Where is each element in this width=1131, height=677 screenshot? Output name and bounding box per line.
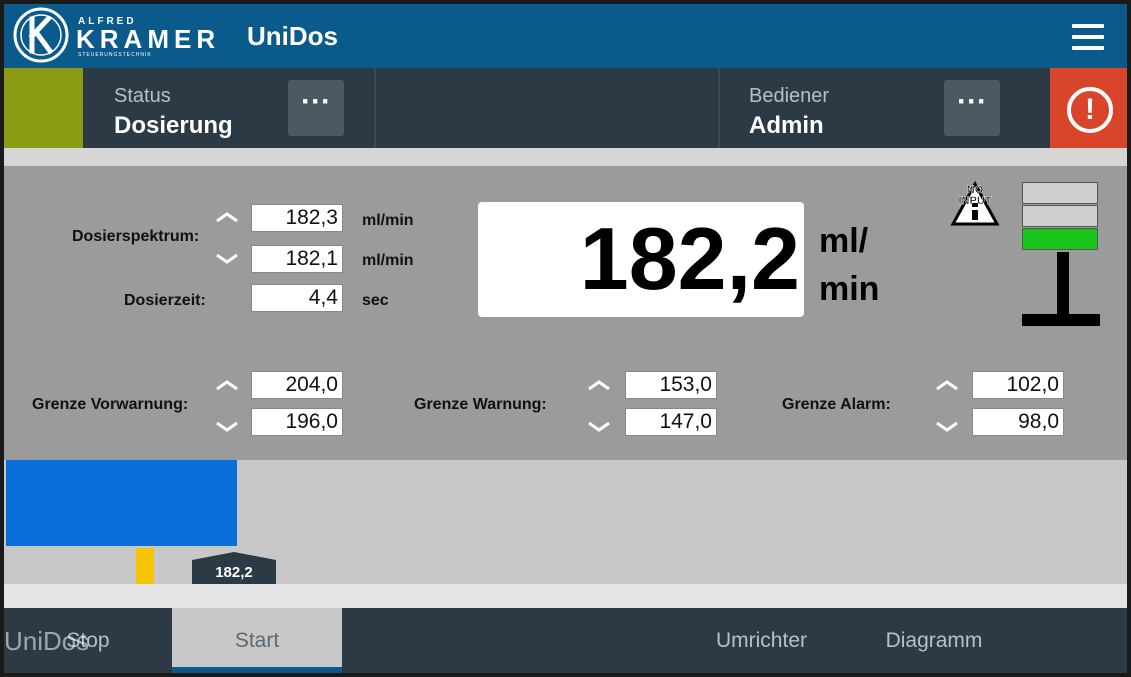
user-label: Bediener (749, 85, 830, 107)
time-label: Dosierzeit: (124, 292, 206, 309)
bottom-strip (4, 584, 1127, 608)
brand-logo: ALFRED KRAMER STEUERUNGSTECHNIK (12, 6, 215, 66)
watermark-text: UniDos (4, 626, 90, 656)
user-value: Admin (749, 112, 824, 139)
level-stem (1057, 252, 1069, 314)
chevron-down-icon[interactable] (214, 252, 240, 266)
chevron-down-icon[interactable] (214, 420, 240, 434)
bar-area: 182,2 (4, 460, 1127, 584)
spectrum-lower-input[interactable]: 182,1 (251, 245, 343, 273)
chevron-up-icon[interactable] (586, 378, 612, 392)
level-segment-1 (1022, 182, 1098, 204)
divider (718, 68, 720, 148)
app-title: UniDos (247, 21, 338, 51)
brand-name-text: KRAMER (76, 24, 221, 54)
spectrum-label: Dosierspektrum: (72, 228, 200, 245)
dosing-bar (6, 460, 237, 546)
no-input-line2: INPUT (959, 195, 992, 207)
chevron-up-icon[interactable] (214, 378, 240, 392)
tab-diagramm[interactable]: Diagramm (854, 608, 1014, 673)
app-frame: ALFRED KRAMER STEUERUNGSTECHNIK UniDos S… (4, 4, 1127, 673)
status-bar: Status Dosierung ··· Bediener Admin ··· … (4, 68, 1127, 148)
prewarning-label: Grenze Vorwarnung: (32, 396, 189, 413)
divider (374, 68, 376, 148)
warning-lower-input[interactable]: 147,0 (625, 408, 717, 436)
alarm-label: Grenze Alarm: (782, 396, 891, 413)
current-unit-line1: ml/ (819, 222, 869, 260)
warning-upper-input[interactable]: 153,0 (625, 371, 717, 399)
bar-value-text: 182,2 (215, 564, 253, 581)
dosing-panel: Dosierspektrum: 182,3 182,1 ml/min ml/mi… (4, 166, 1127, 460)
menu-icon[interactable] (1072, 24, 1104, 50)
chevron-up-icon[interactable] (214, 210, 240, 224)
chevron-up-icon[interactable] (934, 378, 960, 392)
current-unit-line2: min (819, 270, 880, 308)
level-base (1022, 314, 1100, 326)
brand-sub-text: STEUERUNGSTECHNIK (78, 52, 152, 58)
status-label: Status (114, 85, 171, 107)
target-marker (136, 548, 154, 584)
logo-k-icon (13, 7, 69, 63)
tab-umrichter[interactable]: Umrichter (689, 608, 834, 673)
tab-bar: Stop Start Umrichter Diagramm (4, 608, 1127, 673)
chevron-down-icon[interactable] (934, 420, 960, 434)
status-value: Dosierung (114, 112, 233, 139)
chevron-down-icon[interactable] (586, 420, 612, 434)
separator-strip (4, 148, 1127, 166)
alarm-button[interactable]: ! (1050, 68, 1127, 148)
tab-start[interactable]: Start (172, 608, 342, 673)
prewarning-upper-input[interactable]: 204,0 (251, 371, 343, 399)
user-more-button[interactable]: ··· (944, 80, 1000, 136)
level-icon (1020, 178, 1100, 338)
spectrum-lower-unit: ml/min (362, 252, 414, 269)
header-bar: ALFRED KRAMER STEUERUNGSTECHNIK UniDos (4, 4, 1127, 68)
current-value-display: 182,2 (478, 202, 804, 317)
no-input-icon: NO INPUT (950, 180, 1000, 226)
alarm-lower-input[interactable]: 98,0 (972, 408, 1064, 436)
spectrum-upper-input[interactable]: 182,3 (251, 204, 343, 232)
time-input[interactable]: 4,4 (251, 284, 343, 312)
warning-label: Grenze Warnung: (414, 396, 547, 413)
spectrum-upper-unit: ml/min (362, 212, 414, 229)
time-unit: sec (362, 292, 389, 309)
status-more-button[interactable]: ··· (288, 80, 344, 136)
alarm-upper-input[interactable]: 102,0 (972, 371, 1064, 399)
level-segment-3 (1022, 228, 1098, 250)
status-indicator (4, 68, 83, 148)
prewarning-lower-input[interactable]: 196,0 (251, 408, 343, 436)
level-segment-2 (1022, 205, 1098, 227)
alarm-icon: ! (1067, 87, 1113, 133)
current-value: 182,2 (579, 209, 800, 308)
